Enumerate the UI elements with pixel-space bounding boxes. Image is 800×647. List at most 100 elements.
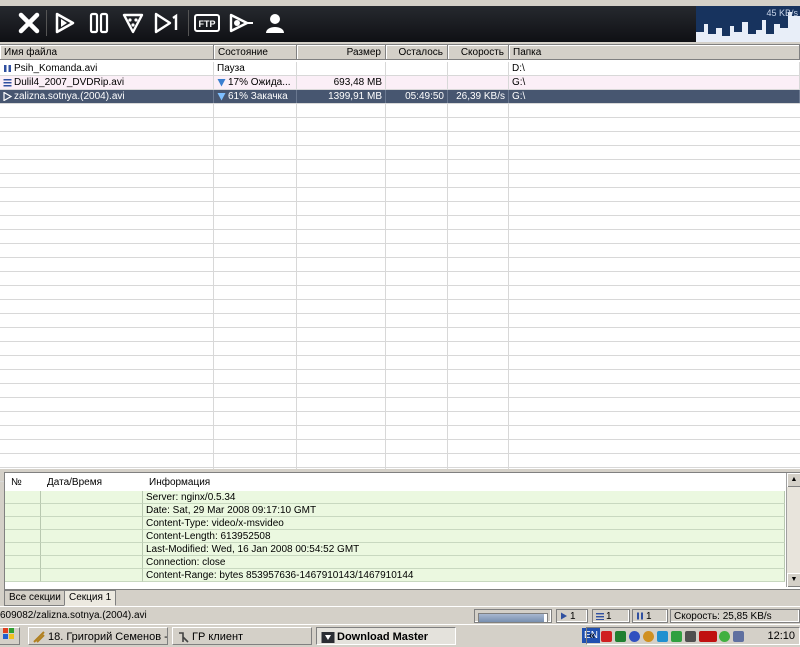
play-icon bbox=[3, 91, 12, 101]
log-datetime-cell bbox=[41, 530, 143, 543]
log-panel[interactable]: № Дата/Время Информация Server: nginx/0.… bbox=[4, 472, 800, 590]
pause-button[interactable] bbox=[84, 8, 114, 38]
antivirus-tray-icon[interactable] bbox=[601, 631, 612, 642]
log-row[interactable]: Content-Type: video/x-msvideo bbox=[5, 517, 785, 530]
filename-cell: Dulil4_2007_DVDRip.avi bbox=[0, 76, 214, 89]
folder-cell: G:\ bbox=[509, 76, 800, 89]
delete-button[interactable] bbox=[14, 8, 44, 38]
column-header-size[interactable]: Размер bbox=[297, 45, 386, 60]
log-info-cell: Server: nginx/0.5.34 bbox=[143, 491, 785, 504]
ftp-label: FTP bbox=[199, 19, 216, 29]
empty-row bbox=[0, 216, 800, 230]
empty-row bbox=[0, 328, 800, 342]
empty-row bbox=[0, 286, 800, 300]
filename-cell: Psih_Komanda.avi bbox=[0, 62, 214, 75]
queue-icon bbox=[3, 78, 12, 87]
column-header-filename[interactable]: Имя файла bbox=[0, 45, 214, 60]
empty-row bbox=[0, 426, 800, 440]
volume-tray-icon[interactable] bbox=[733, 631, 744, 642]
taskbar: 18. Григорий Семенов - ... ГР клиент Dow… bbox=[0, 624, 800, 647]
log-number-cell bbox=[5, 517, 41, 530]
clock: 12:10 bbox=[767, 630, 795, 642]
network-tray-icon[interactable] bbox=[615, 631, 626, 642]
tab-all-sections[interactable]: Все секции bbox=[4, 590, 66, 606]
column-divider bbox=[296, 104, 297, 469]
log-number-cell bbox=[5, 504, 41, 517]
start-one-button[interactable] bbox=[152, 8, 182, 38]
log-row[interactable]: Date: Sat, 29 Mar 2008 09:17:10 GMT bbox=[5, 504, 785, 517]
status-paused-count: 1 bbox=[646, 611, 652, 622]
sync-tray-icon[interactable] bbox=[671, 631, 682, 642]
log-scrollbar[interactable]: ▲ ▼ bbox=[786, 473, 800, 587]
empty-row bbox=[0, 146, 800, 160]
scroll-up-button[interactable]: ▲ bbox=[787, 473, 800, 487]
tab-section-1[interactable]: Секция 1 bbox=[64, 590, 117, 606]
download-row[interactable]: Dulil4_2007_DVDRip.avi 17% Ожида... 693,… bbox=[0, 76, 800, 90]
log-column-datetime: Дата/Время bbox=[47, 477, 103, 488]
log-datetime-cell bbox=[41, 543, 143, 556]
update-tray-icon[interactable] bbox=[643, 631, 654, 642]
empty-row bbox=[0, 174, 800, 188]
size-cell: 693,48 MB bbox=[297, 76, 386, 89]
log-row[interactable]: Last-Modified: Wed, 16 Jan 2008 00:54:52… bbox=[5, 543, 785, 556]
tray-expand-icon[interactable]: « bbox=[589, 629, 595, 643]
status-queued-count: 1 bbox=[606, 611, 612, 622]
scroll-down-button[interactable]: ▼ bbox=[787, 573, 800, 587]
progress-funnel-icon bbox=[217, 78, 226, 87]
windows-logo-icon bbox=[3, 628, 14, 639]
status-active: 1 bbox=[556, 609, 588, 623]
log-row[interactable]: Content-Length: 613952508 bbox=[5, 530, 785, 543]
start-all-icon bbox=[122, 13, 144, 34]
log-row[interactable]: Connection: close bbox=[5, 556, 785, 569]
start-button[interactable] bbox=[0, 627, 20, 645]
taskbar-task-client[interactable]: ГР клиент bbox=[172, 627, 312, 645]
messenger-tray-icon[interactable] bbox=[629, 631, 640, 642]
log-row[interactable]: Content-Range: bytes 853957636-146791014… bbox=[5, 569, 785, 582]
download-row-selected[interactable]: zalizna.sotnya.(2004).avi 61% Закачка 13… bbox=[0, 90, 800, 104]
scheduler-button[interactable] bbox=[226, 8, 256, 38]
empty-row bbox=[0, 244, 800, 258]
start-all-button[interactable] bbox=[118, 8, 148, 38]
status-cell: 61% Закачка bbox=[214, 90, 297, 103]
download-tray-icon[interactable] bbox=[657, 631, 668, 642]
empty-row bbox=[0, 398, 800, 412]
taskbar-task-chat[interactable]: 18. Григорий Семенов - ... bbox=[28, 627, 168, 645]
taskbar-task-label: 18. Григорий Семенов - ... bbox=[48, 631, 168, 643]
empty-row bbox=[0, 132, 800, 146]
user-button[interactable] bbox=[260, 8, 290, 38]
column-header-folder[interactable]: Папка bbox=[509, 45, 800, 60]
status-progress bbox=[474, 609, 552, 623]
empty-row bbox=[0, 454, 800, 468]
taskbar-task-label: ГР клиент bbox=[192, 631, 244, 643]
empty-row bbox=[0, 440, 800, 454]
menu-bar-remnant bbox=[0, 0, 800, 6]
taskbar-task-download-master[interactable]: Download Master bbox=[316, 627, 456, 645]
empty-row bbox=[0, 342, 800, 356]
column-header-speed[interactable]: Скорость bbox=[448, 45, 509, 60]
progress-track bbox=[478, 613, 548, 623]
download-row[interactable]: Psih_Komanda.avi Пауза D:\ bbox=[0, 62, 800, 76]
log-info-cell: Last-Modified: Wed, 16 Jan 2008 00:54:52… bbox=[143, 543, 785, 556]
column-header-status[interactable]: Состояние bbox=[214, 45, 297, 60]
progress-fill bbox=[479, 614, 545, 622]
column-header-remaining[interactable]: Осталось bbox=[386, 45, 448, 60]
status-queued: 1 bbox=[592, 609, 630, 623]
ati-tray-icon[interactable] bbox=[699, 631, 717, 642]
ftp-icon: FTP bbox=[194, 14, 220, 32]
pause-icon bbox=[4, 64, 11, 72]
toolbar-separator bbox=[46, 10, 47, 36]
log-row[interactable]: Server: nginx/0.5.34 bbox=[5, 491, 785, 504]
log-info-cell: Date: Sat, 29 Mar 2008 09:17:10 GMT bbox=[143, 504, 785, 517]
size-cell: 1399,91 MB bbox=[297, 90, 386, 103]
log-number-cell bbox=[5, 491, 41, 504]
status-text: 17% Ожида... bbox=[228, 77, 291, 88]
filename-cell: zalizna.sotnya.(2004).avi bbox=[0, 90, 214, 103]
play-one-icon bbox=[154, 12, 178, 34]
security-tray-icon[interactable] bbox=[719, 631, 730, 642]
download-list[interactable]: Имя файла Состояние Размер Осталось Скор… bbox=[0, 44, 800, 482]
play-icon bbox=[561, 612, 567, 620]
remaining-cell bbox=[386, 62, 448, 75]
start-button[interactable] bbox=[50, 8, 80, 38]
ftp-button[interactable]: FTP bbox=[192, 8, 222, 38]
client-tray-icon[interactable] bbox=[685, 631, 696, 642]
